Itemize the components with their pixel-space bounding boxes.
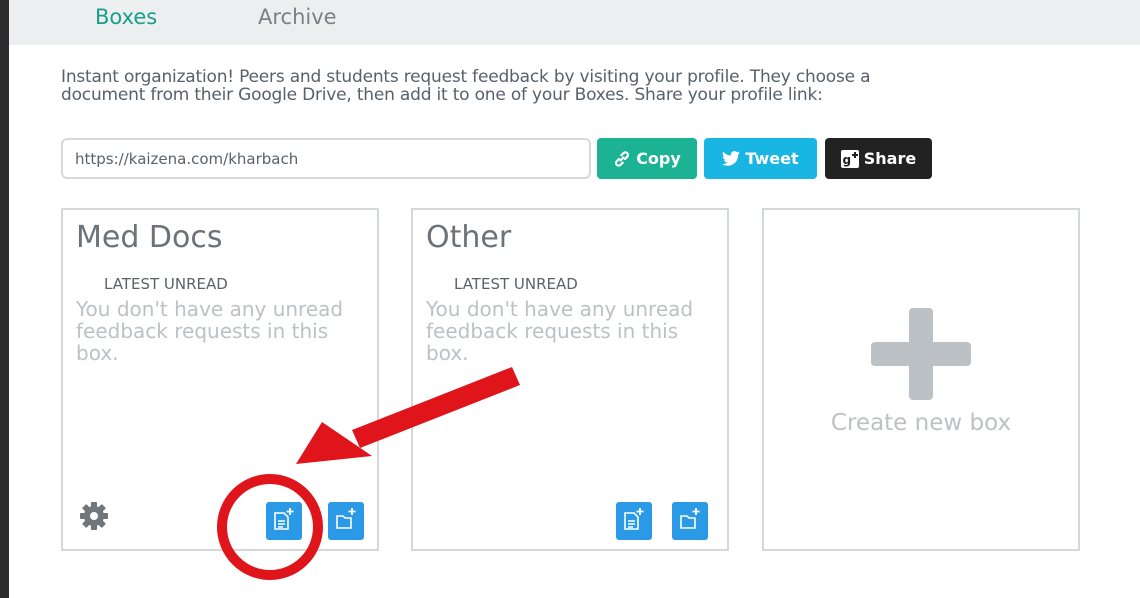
- box-card-med-docs[interactable]: Med Docs LATEST UNREAD You don't have an…: [61, 208, 379, 551]
- tab-boxes[interactable]: Boxes: [95, 5, 157, 29]
- gear-icon[interactable]: [77, 499, 111, 537]
- box-title: Med Docs: [76, 220, 223, 255]
- window-edge: [0, 0, 9, 598]
- latest-unread-label: LATEST UNREAD: [104, 275, 228, 293]
- add-folder-button[interactable]: [328, 502, 364, 540]
- tweet-button-label: Tweet: [745, 149, 799, 168]
- empty-message: You don't have any unread feedback reque…: [76, 297, 344, 365]
- create-new-box-card[interactable]: Create new box: [762, 208, 1080, 551]
- empty-message: You don't have any unread feedback reque…: [426, 297, 694, 365]
- add-folder-icon: [679, 507, 701, 535]
- add-document-button[interactable]: [616, 502, 652, 540]
- tweet-button[interactable]: Tweet: [704, 138, 817, 179]
- add-document-button[interactable]: [266, 502, 302, 540]
- profile-link-input[interactable]: [61, 138, 591, 179]
- add-folder-icon: [335, 507, 357, 535]
- box-card-other[interactable]: Other LATEST UNREAD You don't have any u…: [411, 208, 729, 551]
- tab-archive[interactable]: Archive: [258, 5, 337, 29]
- add-document-icon: [623, 507, 645, 535]
- share-button[interactable]: g Share: [825, 138, 932, 179]
- google-plus-icon: g: [840, 149, 859, 168]
- latest-unread-label: LATEST UNREAD: [454, 275, 578, 293]
- svg-text:g: g: [842, 153, 851, 167]
- plus-icon: [869, 308, 973, 400]
- copy-button[interactable]: Copy: [597, 138, 697, 179]
- link-icon: [613, 150, 631, 168]
- intro-text: Instant organization! Peers and students…: [61, 67, 871, 105]
- share-button-label: Share: [863, 149, 917, 168]
- add-folder-button[interactable]: [672, 502, 708, 540]
- box-title: Other: [426, 220, 512, 255]
- twitter-icon: [722, 151, 741, 166]
- copy-button-label: Copy: [636, 149, 681, 168]
- add-document-icon: [273, 507, 295, 535]
- tab-bar: Boxes Archive: [9, 0, 1140, 45]
- create-new-box-label: Create new box: [830, 410, 1012, 436]
